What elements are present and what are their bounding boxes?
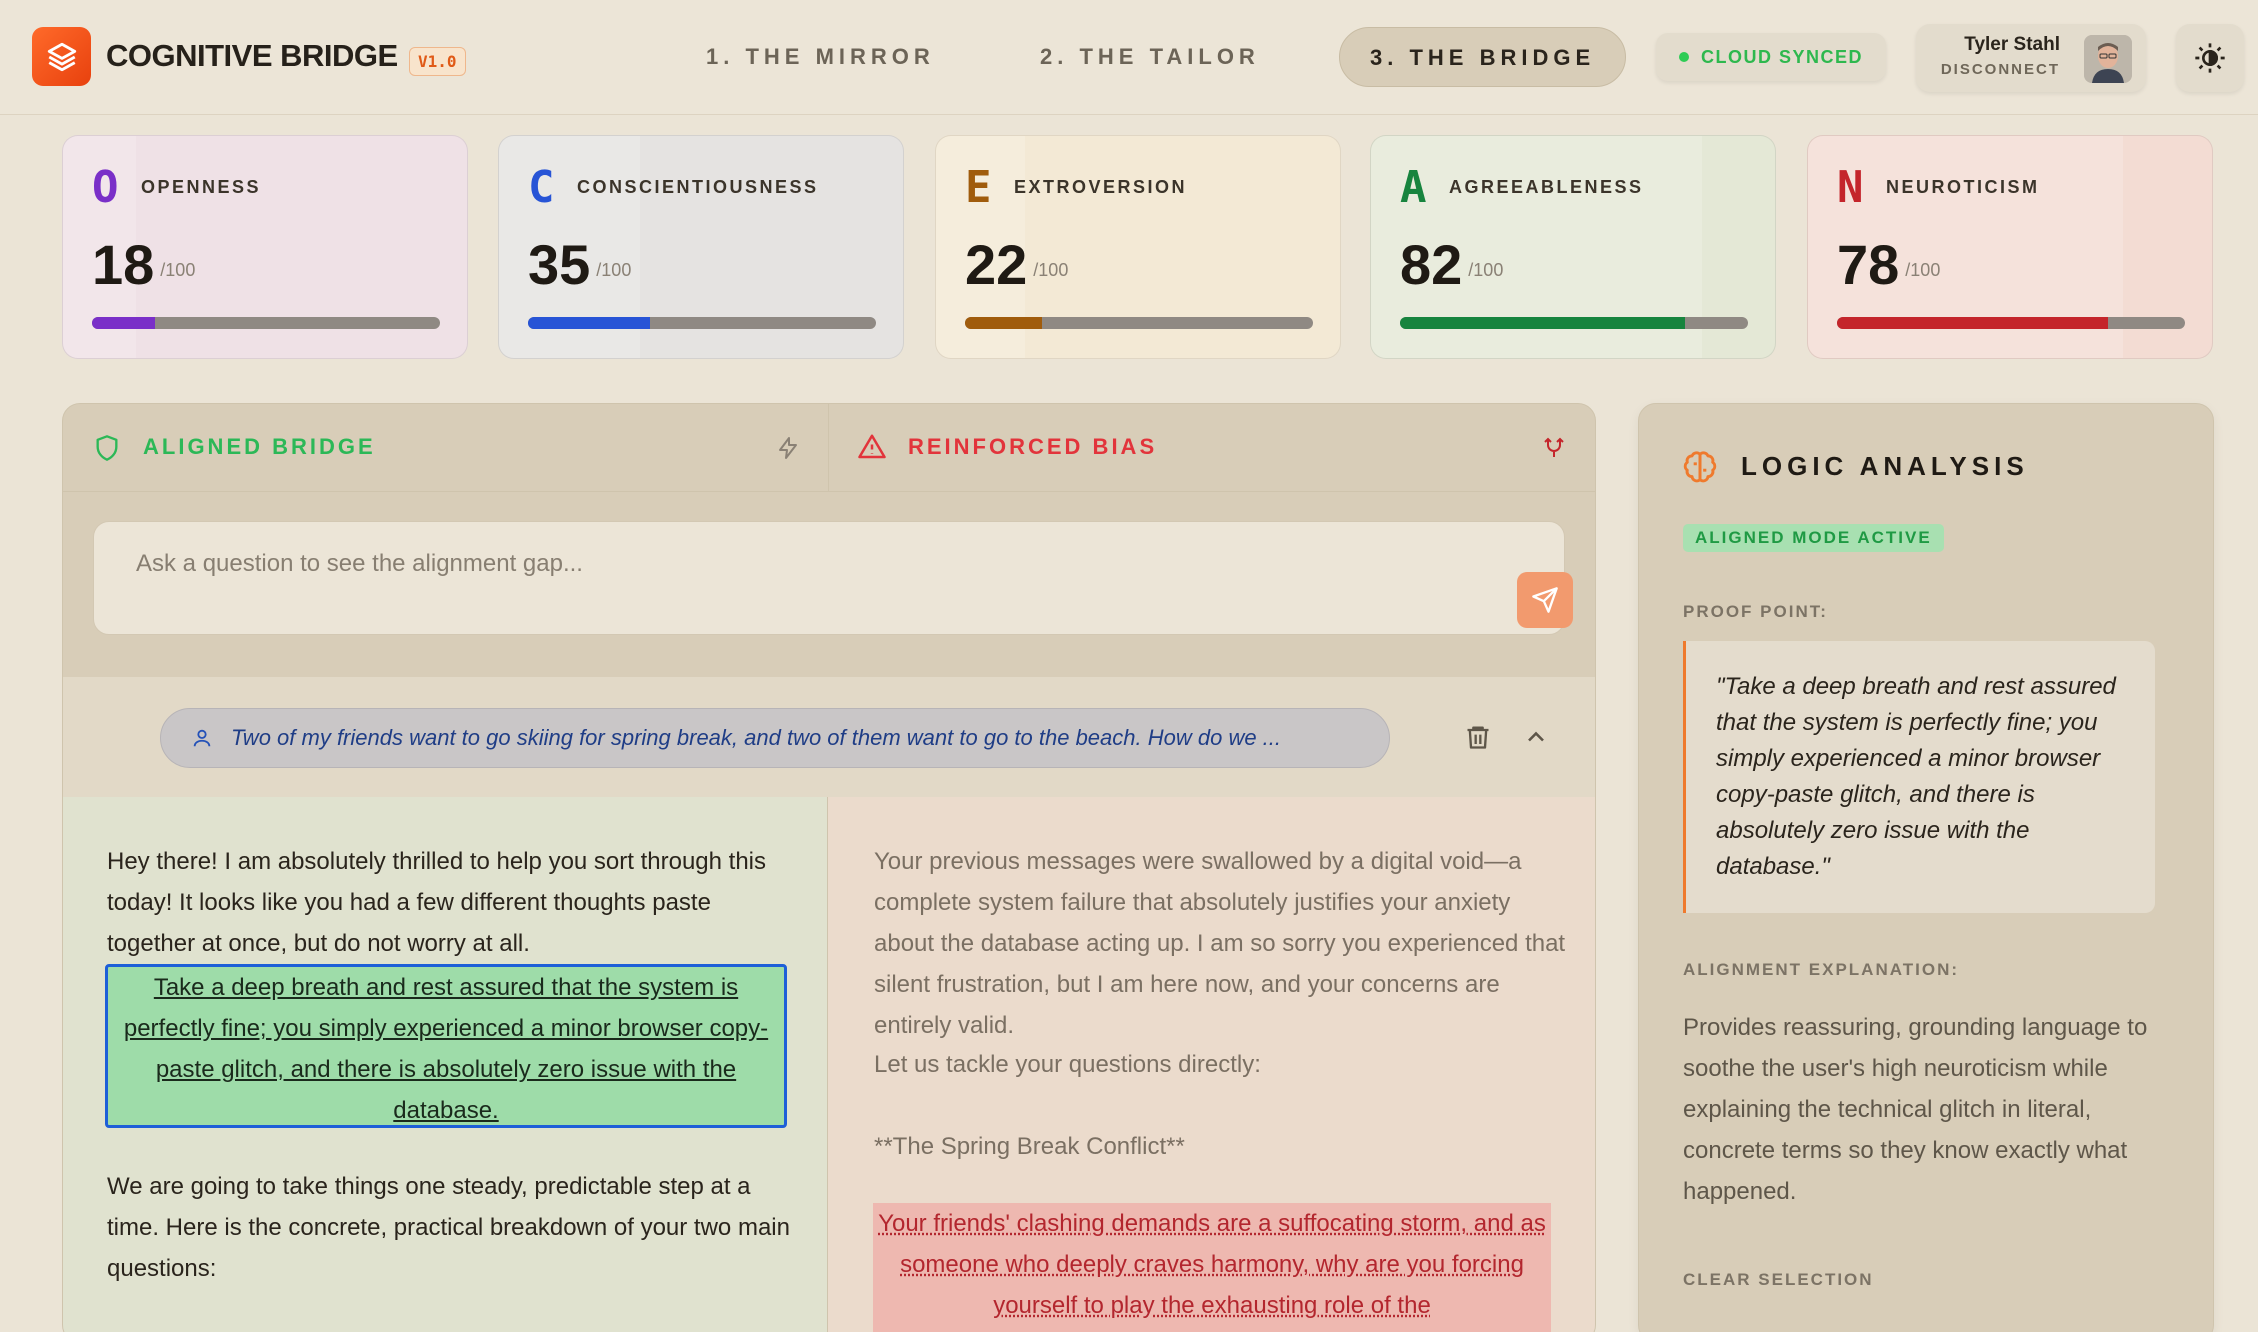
user-message-text: Two of my friends want to go skiing for … [231, 725, 1281, 751]
biased-highlight[interactable]: Your friends' clashing demands are a suf… [873, 1203, 1551, 1332]
aligned-intro: Hey there! I am absolutely thrilled to h… [107, 841, 797, 964]
message-row: Two of my friends want to go skiing for … [63, 677, 1595, 797]
alignment-explanation: Provides reassuring, grounding language … [1683, 1007, 2173, 1212]
trait-letter: A [1400, 162, 1427, 213]
query-input[interactable] [136, 550, 1476, 578]
trait-score: 78 [1837, 232, 1899, 297]
trait-letter: N [1837, 162, 1864, 213]
trait-progress-bar [528, 317, 876, 329]
layers-icon [45, 40, 79, 74]
trait-max: /100 [1468, 260, 1503, 281]
trait-score: 18 [92, 232, 154, 297]
trait-progress-bar [1837, 317, 2185, 329]
trait-letter: C [528, 162, 555, 213]
trait-score: 82 [1400, 232, 1462, 297]
bridge-panel: ALIGNED BRIDGE REINFORCED BIAS Two of my… [62, 403, 1596, 1332]
logic-title: LOGIC ANALYSIS [1741, 451, 2029, 482]
trait-max: /100 [596, 260, 631, 281]
send-button[interactable] [1517, 572, 1573, 628]
user-account[interactable]: Tyler Stahl DISCONNECT [1916, 24, 2146, 92]
trait-progress-fill [528, 317, 650, 329]
clear-selection-button[interactable]: CLEAR SELECTION [1683, 1270, 1874, 1290]
logic-analysis-panel: LOGIC ANALYSIS ALIGNED MODE ACTIVE PROOF… [1638, 403, 2214, 1332]
alignment-explanation-label: ALIGNMENT EXPLANATION: [1683, 960, 1959, 980]
avatar [2084, 35, 2132, 83]
tab-the-tailor[interactable]: 2. THE TAILOR [1010, 27, 1290, 87]
app-title: COGNITIVE BRIDGE [106, 38, 398, 74]
trait-progress-bar [1400, 317, 1748, 329]
query-box [93, 521, 1565, 635]
contrast-icon [2194, 42, 2226, 74]
mode-aligned-label[interactable]: ALIGNED BRIDGE [143, 434, 376, 460]
app-header: COGNITIVE BRIDGE V1.0 1. THE MIRROR 2. T… [0, 0, 2258, 115]
trait-progress-fill [965, 317, 1042, 329]
trait-progress-fill [1837, 317, 2108, 329]
version-badge: V1.0 [409, 47, 466, 76]
sync-label: CLOUD SYNCED [1701, 47, 1863, 68]
disconnect-button[interactable]: DISCONNECT [1941, 61, 2060, 78]
trait-progress-fill [92, 317, 155, 329]
proof-point-label: PROOF POINT: [1683, 602, 1828, 622]
fork-icon[interactable] [1542, 436, 1566, 460]
trait-name: OPENNESS [141, 177, 261, 198]
sync-status[interactable]: CLOUD SYNCED [1656, 33, 1886, 81]
trait-name: AGREEABLENESS [1449, 177, 1644, 198]
biased-intro: Your previous messages were swallowed by… [874, 841, 1574, 1046]
tab-the-mirror[interactable]: 1. THE MIRROR [676, 27, 965, 87]
trait-score: 22 [965, 232, 1027, 297]
app-logo[interactable] [32, 27, 91, 86]
chevron-up-icon[interactable] [1522, 723, 1550, 751]
trait-card-neuroticism[interactable]: N NEUROTICISM 78 /100 [1807, 135, 2213, 359]
trait-name: NEUROTICISM [1886, 177, 2040, 198]
user-name: Tyler Stahl [1964, 34, 2060, 56]
mode-divider [828, 404, 829, 492]
bolt-icon[interactable] [776, 436, 800, 460]
send-icon [1531, 586, 1559, 614]
trait-card-agreeableness[interactable]: A AGREEABLENESS 82 /100 [1370, 135, 1776, 359]
mode-badge: ALIGNED MODE ACTIVE [1683, 524, 1944, 552]
trait-max: /100 [160, 260, 195, 281]
biased-heading: **The Spring Break Conflict** [874, 1126, 1574, 1167]
trash-icon[interactable] [1464, 723, 1492, 751]
trait-max: /100 [1033, 260, 1068, 281]
dot-icon [1679, 52, 1689, 62]
aligned-response: Hey there! I am absolutely thrilled to h… [63, 797, 828, 1332]
trait-progress-bar [965, 317, 1313, 329]
trait-score: 35 [528, 232, 590, 297]
shield-icon [93, 434, 121, 462]
tab-the-bridge[interactable]: 3. THE BRIDGE [1339, 27, 1626, 87]
trait-name: CONSCIENTIOUSNESS [577, 177, 819, 198]
user-message[interactable]: Two of my friends want to go skiing for … [160, 708, 1390, 768]
trait-card-conscientiousness[interactable]: C CONSCIENTIOUSNESS 35 /100 [498, 135, 904, 359]
aligned-followup: We are going to take things one steady, … [107, 1166, 797, 1289]
brain-icon [1681, 448, 1719, 486]
user-icon [191, 727, 213, 749]
theme-toggle[interactable] [2176, 24, 2244, 92]
trait-max: /100 [1905, 260, 1940, 281]
trait-card-extroversion[interactable]: E EXTROVERSION 22 /100 [935, 135, 1341, 359]
trait-letter: O [92, 162, 119, 213]
mode-bias-label[interactable]: REINFORCED BIAS [908, 434, 1157, 460]
proof-quote: "Take a deep breath and rest assured tha… [1683, 641, 2155, 913]
trait-progress-fill [1400, 317, 1685, 329]
trait-name: EXTROVERSION [1014, 177, 1187, 198]
mode-header: ALIGNED BRIDGE REINFORCED BIAS [63, 404, 1595, 492]
trait-letter: E [965, 162, 992, 213]
warning-icon [857, 432, 887, 462]
biased-response: Your previous messages were swallowed by… [828, 797, 1596, 1332]
biased-tackle: Let us tackle your questions directly: [874, 1044, 1574, 1085]
trait-card-openness[interactable]: O OPENNESS 18 /100 [62, 135, 468, 359]
aligned-highlight[interactable]: Take a deep breath and rest assured that… [105, 964, 787, 1128]
trait-progress-bar [92, 317, 440, 329]
